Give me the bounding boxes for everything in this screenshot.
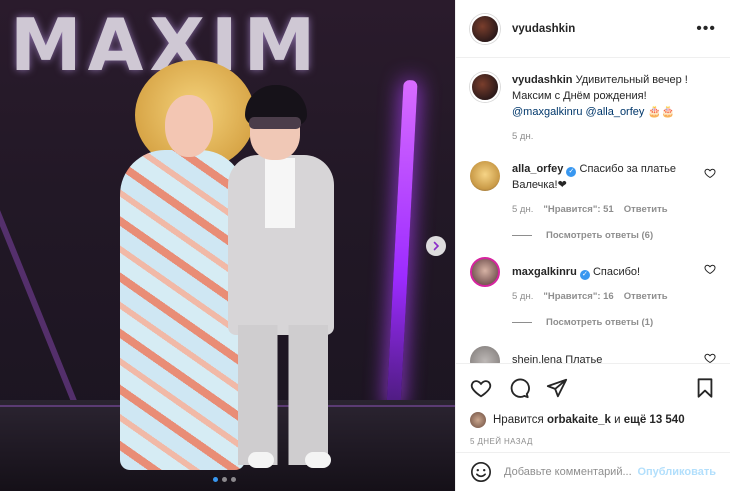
heart-icon[interactable]: [704, 263, 716, 275]
mention-link[interactable]: @maxgalkinru: [512, 106, 582, 118]
shoe: [305, 452, 331, 468]
likes-prefix: Нравится: [493, 414, 544, 426]
comment-text: Спасибо!: [592, 266, 641, 278]
comment-input[interactable]: [504, 466, 638, 478]
view-replies-button[interactable]: Посмотреть ответы (1): [512, 317, 716, 328]
more-icon[interactable]: •••: [696, 20, 716, 38]
publish-button[interactable]: Опубликовать: [637, 466, 716, 478]
caption-time[interactable]: 5 дн.: [512, 129, 533, 145]
share-icon[interactable]: [546, 377, 568, 399]
stage-light: [0, 120, 88, 430]
likes-summary[interactable]: Нравится orbakaite_k и ещё 13 540: [470, 412, 716, 428]
caption-username[interactable]: vyudashkin: [512, 74, 573, 86]
comment-item: maxgalkinru ✓ Спасибо! 5 дн. "Нравится":…: [470, 257, 716, 305]
likes-count[interactable]: ещё 13 540: [624, 414, 685, 426]
post-header: vyudashkin •••: [456, 0, 730, 58]
heart-icon[interactable]: [704, 167, 716, 179]
post-photo[interactable]: MAXIM: [0, 0, 455, 491]
likes-middle: и: [614, 414, 621, 426]
comment-item: alla_orfey ✓ Спасибо за платье Валечка!❤…: [470, 161, 716, 218]
shoe: [248, 452, 274, 468]
man-trousers: [238, 325, 328, 465]
carousel-dot: [231, 477, 236, 482]
avatar[interactable]: [470, 257, 500, 287]
woman-face: [165, 95, 213, 157]
next-slide-button[interactable]: [426, 236, 446, 256]
carousel-dots: [213, 477, 236, 482]
comment-text: Платье: [565, 354, 603, 363]
comment-username[interactable]: alla_orfey: [512, 163, 563, 175]
verified-icon: ✓: [566, 167, 577, 177]
reply-button[interactable]: Ответить: [624, 289, 668, 305]
divider: [512, 235, 532, 236]
comment-icon[interactable]: [508, 377, 530, 399]
instagram-post: MAXIM vyudashkin ••• vyudashkin Удивител…: [0, 0, 730, 491]
man-shirt: [265, 158, 295, 228]
divider: [512, 322, 532, 323]
avatar[interactable]: [470, 161, 500, 191]
comment-time[interactable]: 5 дн.: [512, 202, 533, 218]
post-sidebar: vyudashkin ••• vyudashkin Удивительный в…: [455, 0, 730, 491]
man-sunglasses: [249, 117, 301, 129]
emoji-icon[interactable]: [470, 461, 492, 483]
carousel-dot: [213, 477, 218, 482]
liker-username[interactable]: orbakaite_k: [547, 414, 611, 426]
comment-username[interactable]: maxgalkinru: [512, 266, 577, 278]
stage-light: [386, 79, 418, 411]
view-replies-label: Посмотреть ответы (1): [546, 317, 654, 328]
comment-time[interactable]: 5 дн.: [512, 289, 533, 305]
mention-link[interactable]: @alla_orfey: [586, 106, 645, 118]
comment-likes[interactable]: "Нравится": 16: [543, 289, 613, 305]
owner-username[interactable]: vyudashkin: [512, 23, 575, 35]
post-date[interactable]: 5 ДНЕЙ НАЗАД: [470, 437, 716, 446]
caption-emoji: 🎂🎂: [647, 106, 675, 118]
bookmark-icon[interactable]: [694, 377, 716, 399]
post-actions: Нравится orbakaite_k и ещё 13 540 5 ДНЕЙ…: [456, 363, 730, 446]
comments-list[interactable]: vyudashkin Удивительный вечер ! Максим с…: [456, 58, 730, 363]
avatar[interactable]: [470, 346, 500, 363]
add-comment-bar: Опубликовать: [456, 452, 730, 491]
carousel-dot: [222, 477, 227, 482]
view-replies-button[interactable]: Посмотреть ответы (6): [512, 230, 716, 241]
heart-icon[interactable]: [470, 377, 492, 399]
avatar[interactable]: [470, 72, 500, 102]
avatar[interactable]: [470, 13, 500, 44]
comment-username[interactable]: shein.lena: [512, 354, 562, 363]
heart-icon[interactable]: [704, 352, 716, 363]
chevron-right-icon: [433, 241, 440, 251]
caption: vyudashkin Удивительный вечер ! Максим с…: [470, 72, 716, 145]
view-replies-label: Посмотреть ответы (6): [546, 230, 654, 241]
comment-item: shein.lena Платье: [470, 346, 716, 363]
avatar: [470, 412, 486, 428]
verified-icon: ✓: [579, 270, 590, 280]
reply-button[interactable]: Ответить: [624, 202, 668, 218]
comment-likes[interactable]: "Нравится": 51: [543, 202, 613, 218]
woman-dress: [120, 150, 245, 470]
